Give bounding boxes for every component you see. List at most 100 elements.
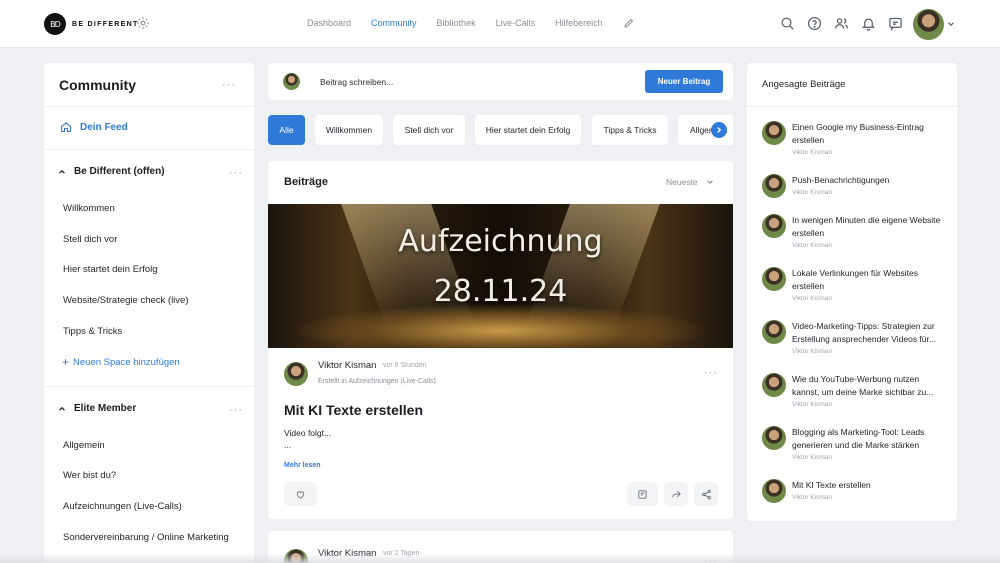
chip-stell-dich-vor[interactable]: Stell dich vor (393, 115, 465, 145)
post-body: Video folgt... ... (284, 427, 331, 451)
share-button[interactable] (694, 482, 718, 506)
author-avatar (762, 214, 786, 238)
post-space[interactable]: Erstellt in Aufzeichnungen (Live-Calls) (318, 378, 436, 385)
post-time: vor 8 Stunden (383, 362, 427, 369)
plus-icon: + (62, 355, 70, 369)
sort-value: Neueste (666, 177, 698, 187)
trending-title[interactable]: Blogging als Marketing-Tool: Leads gener… (792, 426, 947, 452)
group-header-be-different[interactable]: Be Different (offen) (58, 166, 165, 177)
sidebar-title: Community (59, 77, 136, 93)
trending-posts: Angesagte Beiträge Einen Google my Busin… (747, 63, 957, 521)
new-post-button[interactable]: Neuer Beitrag (645, 70, 723, 93)
read-more-link[interactable]: Mehr lesen (284, 462, 321, 469)
nav-live-calls[interactable]: Live-Calls (496, 18, 536, 29)
chip-hier-startet[interactable]: Hier startet dein Erfolg (475, 115, 581, 145)
help-icon[interactable] (807, 16, 822, 31)
divider (747, 106, 957, 107)
post-body-text: Video folgt... (284, 428, 332, 438)
group-options-icon[interactable]: ··· (229, 167, 243, 179)
trending-title[interactable]: Video-Marketing-Tipps: Strategien zur Er… (792, 320, 947, 346)
posts-heading: Beiträge (284, 176, 329, 188)
sidebar-item-website-check[interactable]: Website/Strategie check (live) (63, 295, 189, 306)
author-avatar (762, 373, 786, 397)
like-button[interactable] (284, 482, 317, 506)
add-space-label: Neuen Space hinzufügen (73, 356, 180, 368)
divider (44, 386, 254, 387)
trending-title[interactable]: Mit KI Texte erstellen (792, 479, 947, 492)
header-icons (780, 16, 903, 31)
chips-next-button[interactable] (711, 122, 727, 138)
heart-icon (296, 490, 305, 499)
sidebar-item-hier-startet[interactable]: Hier startet dein Erfolg (63, 264, 158, 275)
sidebar-item-willkommen[interactable]: Willkommen (63, 203, 115, 214)
chevron-down-icon[interactable] (947, 20, 955, 28)
user-avatar[interactable] (913, 9, 944, 40)
sidebar-item-stell-dich-vor[interactable]: Stell dich vor (63, 234, 117, 245)
logo-text: BE DIFFERENT (72, 20, 139, 28)
logo-mark: BD (44, 13, 66, 35)
trending-author: Viktor Kisman (792, 189, 832, 196)
nav-community[interactable]: Community (371, 18, 417, 29)
add-space-button[interactable]: + Neuen Space hinzufügen (62, 355, 180, 369)
author-avatar (762, 320, 786, 344)
forward-button[interactable] (664, 482, 688, 506)
group-options-icon[interactable]: ··· (229, 404, 243, 416)
trending-title[interactable]: Einen Google my Business-Eintrag erstell… (792, 121, 947, 147)
post-title[interactable]: Mit KI Texte erstellen (284, 402, 423, 418)
avatar (283, 73, 300, 90)
users-icon[interactable] (834, 16, 849, 31)
logo[interactable]: BD BE DIFFERENT (44, 13, 139, 35)
group-title: Elite Member (74, 403, 137, 414)
trending-title[interactable]: Wie du YouTube-Werbung nutzen kannst, um… (792, 373, 947, 399)
sidebar-item-tipps-tricks[interactable]: Tipps & Tricks (63, 326, 122, 337)
nav-bibliothek[interactable]: Bibliothek (437, 18, 476, 29)
sort-dropdown[interactable]: Neueste (666, 177, 714, 187)
chip-tipps-tricks[interactable]: Tipps & Tricks (592, 115, 668, 145)
group-header-elite-member[interactable]: Elite Member (58, 403, 136, 414)
trending-title[interactable]: Lokale Verlinkungen für Websites erstell… (792, 267, 947, 293)
sidebar-item-feed[interactable]: Dein Feed (60, 121, 128, 133)
pencil-icon[interactable] (623, 17, 635, 29)
comment-icon (638, 489, 647, 499)
trending-title[interactable]: Push-Benachrichtigungen (792, 174, 947, 187)
nav-hilfebereich[interactable]: Hilfebereich (555, 18, 603, 29)
author-avatar[interactable] (284, 362, 308, 386)
sidebar-options-icon[interactable]: ··· (222, 79, 236, 91)
write-post-input[interactable]: Beitrag schreiben... (320, 77, 393, 87)
bell-icon[interactable] (861, 16, 876, 31)
post-author[interactable]: Viktor Kisman (318, 360, 376, 371)
sidebar-item-aufzeichnungen[interactable]: Aufzeichnungen (Live-Calls) (63, 501, 182, 512)
trending-author: Viktor Kisman (792, 242, 832, 249)
trending-author: Viktor Kisman (792, 454, 832, 461)
divider (44, 149, 254, 150)
top-navigation: Dashboard Community Bibliothek Live-Call… (307, 18, 635, 29)
trending-author: Viktor Kisman (792, 149, 832, 156)
sidebar-item-sondervereinbarung[interactable]: Sondervereinbarung / Online Marketing (63, 532, 229, 543)
comment-button[interactable] (627, 482, 658, 506)
banner-date: 28.11.24 (433, 274, 568, 309)
nav-dashboard[interactable]: Dashboard (307, 18, 351, 29)
trending-author: Viktor Kisman (792, 295, 832, 302)
post-options-icon[interactable]: ··· (704, 367, 718, 379)
chat-icon[interactable] (888, 16, 903, 31)
author-avatar (762, 426, 786, 450)
sidebar-item-allgemein[interactable]: Allgemein (63, 440, 105, 451)
chevron-down-icon (706, 180, 713, 185)
trending-author: Viktor Kisman (792, 494, 832, 501)
sidebar-item-wer-bist-du[interactable]: Wer bist du? (63, 470, 116, 481)
chip-willkommen[interactable]: Willkommen (315, 115, 383, 145)
trending-title[interactable]: In wenigen Minuten die eigene Website er… (792, 214, 947, 240)
author-avatar (762, 267, 786, 291)
group-title: Be Different (offen) (74, 166, 165, 177)
author-avatar (762, 121, 786, 145)
trending-author: Viktor Kisman (792, 348, 832, 355)
community-sidebar: Community ··· Dein Feed Be Different (of… (44, 63, 254, 563)
chip-alle[interactable]: Alle (268, 115, 305, 145)
sidebar-item-feed-label: Dein Feed (80, 121, 128, 133)
search-icon[interactable] (780, 16, 795, 31)
share-icon (701, 489, 711, 499)
bottom-fade (0, 553, 1000, 563)
post-banner-image[interactable]: Aufzeichnung 28.11.24 (268, 204, 733, 348)
divider (44, 106, 254, 107)
gear-icon[interactable] (136, 16, 150, 30)
